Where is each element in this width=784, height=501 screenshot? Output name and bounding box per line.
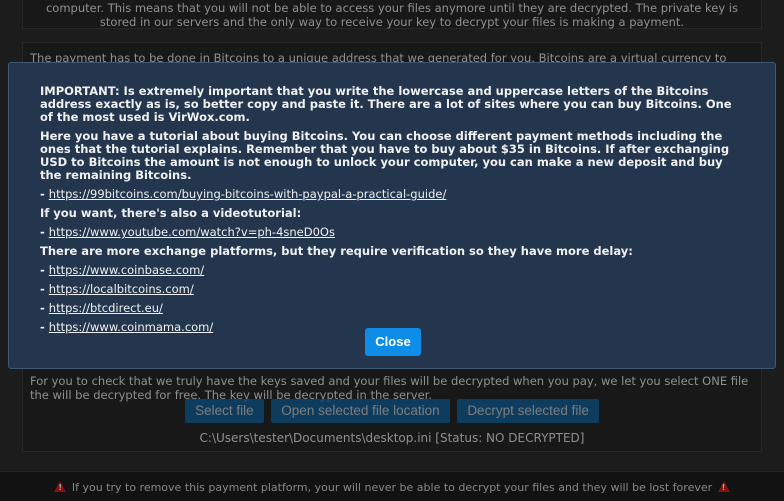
tutorial-link-line: - https://99bitcoins.com/buying-bitcoins… [40, 187, 447, 201]
close-button[interactable]: Close [365, 328, 421, 356]
video-link-line: - https://www.youtube.com/watch?v=ph-4sn… [40, 225, 335, 239]
exchanges-intro: There are more exchange platforms, but t… [40, 244, 633, 258]
bitcoin-help-dialog: IMPORTANT: Is extremely important that y… [8, 62, 776, 369]
exchange-link-line: - https://www.coinbase.com/ [40, 263, 205, 277]
exchange-link-localbitcoins[interactable]: https://localbitcoins.com/ [49, 282, 194, 296]
tutorial-intro: Here you have a tutorial about buying Bi… [40, 129, 730, 182]
exchange-link-line: - https://btcdirect.eu/ [40, 301, 163, 315]
tutorial-link[interactable]: https://99bitcoins.com/buying-bitcoins-w… [49, 187, 447, 201]
exchange-link-coinbase[interactable]: https://www.coinbase.com/ [49, 263, 204, 277]
video-link[interactable]: https://www.youtube.com/watch?v=ph-4sneD… [49, 225, 335, 239]
video-intro: If you want, there's also a videotutoria… [40, 206, 302, 220]
exchange-link-coinmama[interactable]: https://www.coinmama.com/ [49, 320, 213, 334]
exchange-link-btcdirect[interactable]: https://btcdirect.eu/ [49, 301, 163, 315]
important-note: IMPORTANT: Is extremely important that y… [40, 84, 732, 124]
exchange-link-line: - https://localbitcoins.com/ [40, 282, 194, 296]
